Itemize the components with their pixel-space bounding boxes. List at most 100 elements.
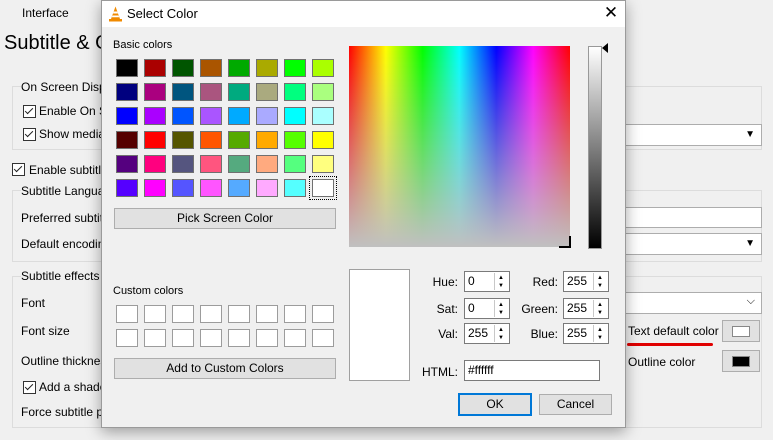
basic-color-swatch[interactable] — [144, 131, 166, 149]
basic-color-swatch[interactable] — [228, 131, 250, 149]
cancel-button[interactable]: Cancel — [539, 394, 612, 415]
hue-spinbox[interactable]: 0 ▲ ▼ — [464, 271, 510, 292]
basic-color-swatch[interactable] — [312, 155, 334, 173]
basic-color-swatch[interactable] — [309, 176, 337, 200]
basic-color-swatch[interactable] — [256, 131, 278, 149]
ok-button[interactable]: OK — [458, 393, 532, 416]
basic-color-swatch[interactable] — [144, 107, 166, 125]
custom-color-swatch[interactable] — [256, 305, 278, 323]
basic-color-swatch[interactable] — [284, 59, 306, 77]
chevron-down-icon: ⌵ — [746, 295, 755, 307]
custom-color-swatch[interactable] — [144, 329, 166, 347]
custom-color-swatch[interactable] — [116, 305, 138, 323]
custom-color-swatch[interactable] — [228, 305, 250, 323]
basic-color-swatch[interactable] — [284, 155, 306, 173]
basic-color-swatch[interactable] — [116, 179, 138, 197]
page-title: Subtitle & O — [4, 32, 111, 54]
font-combo[interactable]: ⌵ — [620, 292, 762, 314]
custom-color-swatch[interactable] — [284, 305, 306, 323]
basic-color-swatch[interactable] — [256, 155, 278, 173]
basic-color-swatch[interactable] — [200, 83, 222, 101]
custom-color-swatch[interactable] — [200, 329, 222, 347]
basic-color-swatch[interactable] — [200, 107, 222, 125]
spinner-arrows[interactable]: ▲ ▼ — [494, 300, 508, 317]
basic-color-swatch[interactable] — [200, 179, 222, 197]
basic-color-swatch[interactable] — [284, 83, 306, 101]
basic-color-swatch[interactable] — [284, 107, 306, 125]
basic-color-swatch[interactable] — [172, 59, 194, 77]
color-spectrum[interactable] — [349, 46, 571, 248]
close-icon[interactable]: ✕ — [601, 3, 621, 23]
val-spinbox[interactable]: 255 ▲ ▼ — [464, 323, 510, 344]
add-shadow-checkbox[interactable] — [23, 381, 36, 397]
basic-color-swatch[interactable] — [256, 59, 278, 77]
spinner-arrows[interactable]: ▲ ▼ — [494, 273, 508, 290]
basic-color-swatch[interactable] — [144, 83, 166, 101]
basic-color-swatch[interactable] — [284, 131, 306, 149]
sat-spinbox[interactable]: 0 ▲ ▼ — [464, 298, 510, 319]
luminance-slider[interactable] — [588, 46, 602, 249]
tab-interface[interactable]: Interface — [22, 6, 69, 20]
basic-color-swatch[interactable] — [228, 107, 250, 125]
basic-color-swatch[interactable] — [256, 107, 278, 125]
basic-color-swatch[interactable] — [172, 83, 194, 101]
basic-color-swatch[interactable] — [116, 83, 138, 101]
enable-osd-checkbox[interactable] — [23, 105, 36, 121]
green-spinbox[interactable]: 255 ▲ ▼ — [563, 298, 609, 319]
basic-color-swatch[interactable] — [200, 131, 222, 149]
custom-color-swatch[interactable] — [312, 329, 334, 347]
luminance-arrow-icon[interactable] — [602, 43, 608, 53]
custom-color-swatch[interactable] — [312, 305, 334, 323]
basic-color-swatch[interactable] — [172, 155, 194, 173]
basic-color-swatch[interactable] — [144, 155, 166, 173]
blue-spinbox[interactable]: 255 ▲ ▼ — [563, 323, 609, 344]
basic-color-swatch[interactable] — [116, 107, 138, 125]
pick-screen-color-button[interactable]: Pick Screen Color — [114, 208, 336, 229]
basic-color-swatch[interactable] — [312, 83, 334, 101]
basic-color-swatch[interactable] — [284, 179, 306, 197]
sat-value: 0 — [468, 301, 475, 315]
basic-color-swatch[interactable] — [172, 179, 194, 197]
spinner-arrows[interactable]: ▲ ▼ — [593, 325, 607, 342]
custom-color-swatch[interactable] — [172, 305, 194, 323]
basic-color-swatch[interactable] — [116, 59, 138, 77]
outline-color-button[interactable] — [722, 350, 760, 372]
basic-color-swatch[interactable] — [228, 83, 250, 101]
spinner-arrows[interactable]: ▲ ▼ — [593, 300, 607, 317]
custom-color-swatch[interactable] — [256, 329, 278, 347]
basic-color-swatch[interactable] — [200, 155, 222, 173]
basic-color-swatch[interactable] — [144, 179, 166, 197]
text-default-color-button[interactable] — [722, 320, 760, 342]
basic-color-swatch[interactable] — [312, 107, 334, 125]
basic-color-swatch[interactable] — [312, 131, 334, 149]
custom-color-swatch[interactable] — [228, 329, 250, 347]
default-encoding-label: Default encoding — [21, 237, 112, 251]
basic-color-swatch[interactable] — [200, 59, 222, 77]
custom-color-swatch[interactable] — [284, 329, 306, 347]
custom-color-swatch[interactable] — [116, 329, 138, 347]
preferred-subtitle-input[interactable] — [620, 207, 762, 228]
basic-color-swatch[interactable] — [256, 179, 278, 197]
custom-color-swatch[interactable] — [172, 329, 194, 347]
basic-color-swatch[interactable] — [116, 131, 138, 149]
custom-color-swatch[interactable] — [144, 305, 166, 323]
basic-color-swatch[interactable] — [144, 59, 166, 77]
show-media-checkbox[interactable] — [23, 128, 36, 144]
basic-color-swatch[interactable] — [228, 179, 250, 197]
red-spinbox[interactable]: 255 ▲ ▼ — [563, 271, 609, 292]
default-encoding-combo[interactable]: ▼ — [620, 233, 762, 255]
basic-color-swatch[interactable] — [312, 59, 334, 77]
basic-color-swatch[interactable] — [172, 107, 194, 125]
custom-color-swatch[interactable] — [200, 305, 222, 323]
basic-color-swatch[interactable] — [228, 59, 250, 77]
basic-color-swatch[interactable] — [172, 131, 194, 149]
spinner-arrows[interactable]: ▲ ▼ — [593, 273, 607, 290]
basic-color-swatch[interactable] — [116, 155, 138, 173]
html-input[interactable]: #ffffff — [464, 360, 600, 381]
media-title-combo[interactable]: ▼ — [620, 124, 762, 146]
basic-color-swatch[interactable] — [256, 83, 278, 101]
spinner-arrows[interactable]: ▲ ▼ — [494, 325, 508, 342]
basic-color-swatch[interactable] — [228, 155, 250, 173]
add-to-custom-colors-button[interactable]: Add to Custom Colors — [114, 358, 336, 379]
enable-subtitles-checkbox[interactable] — [12, 163, 25, 179]
